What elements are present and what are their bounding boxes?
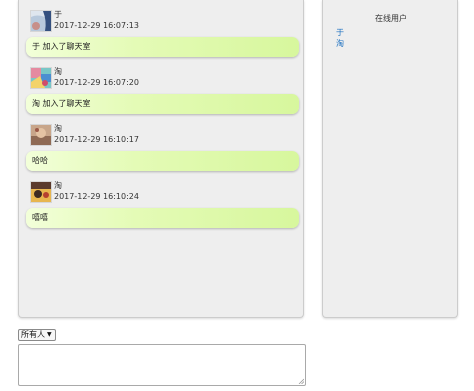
recipient-select[interactable]: 所有人 ▼: [18, 329, 56, 341]
avatar-image: [30, 124, 52, 146]
avatar-image: [30, 67, 52, 89]
message-timestamp: 2017-12-29 16:10:24: [54, 192, 139, 201]
message-bubble: 嘻嘻: [26, 208, 299, 228]
message-sender: 淘: [54, 181, 62, 190]
resize-grip-icon[interactable]: [298, 378, 304, 384]
chat-message: 淘 2017-12-29 16:07:20 淘 加入了聊天室: [19, 67, 305, 123]
chat-message: 淘 2017-12-29 16:10:17 哈哈: [19, 124, 305, 180]
message-timestamp: 2017-12-29 16:07:13: [54, 21, 139, 30]
online-user-item[interactable]: 于: [336, 27, 344, 38]
online-user-list: 于 淘: [336, 27, 344, 49]
message-timestamp: 2017-12-29 16:07:20: [54, 78, 139, 87]
message-sender: 于: [54, 10, 62, 19]
chat-message: 于 2017-12-29 16:07:13 于 加入了聊天室: [19, 10, 305, 66]
avatar-image: [30, 10, 52, 32]
message-bubble: 哈哈: [26, 151, 299, 171]
message-timestamp: 2017-12-29 16:10:17: [54, 135, 139, 144]
chevron-down-icon: ▼: [47, 331, 52, 338]
recipient-select-value: 所有人: [21, 330, 45, 339]
message-sender: 淘: [54, 124, 62, 133]
message-bubble: 淘 加入了聊天室: [26, 94, 299, 114]
online-user-item[interactable]: 淘: [336, 38, 344, 49]
online-users-title: 在线用户: [375, 14, 407, 23]
message-bubble: 于 加入了聊天室: [26, 37, 299, 57]
message-input[interactable]: [18, 344, 306, 386]
chat-message-panel: 于 2017-12-29 16:07:13 于 加入了聊天室 淘 2017-12…: [18, 0, 304, 318]
avatar-image: [30, 181, 52, 203]
message-sender: 淘: [54, 67, 62, 76]
online-users-panel: 在线用户 于 淘: [322, 0, 458, 318]
chat-message: 淘 2017-12-29 16:10:24 嘻嘻: [19, 181, 305, 237]
